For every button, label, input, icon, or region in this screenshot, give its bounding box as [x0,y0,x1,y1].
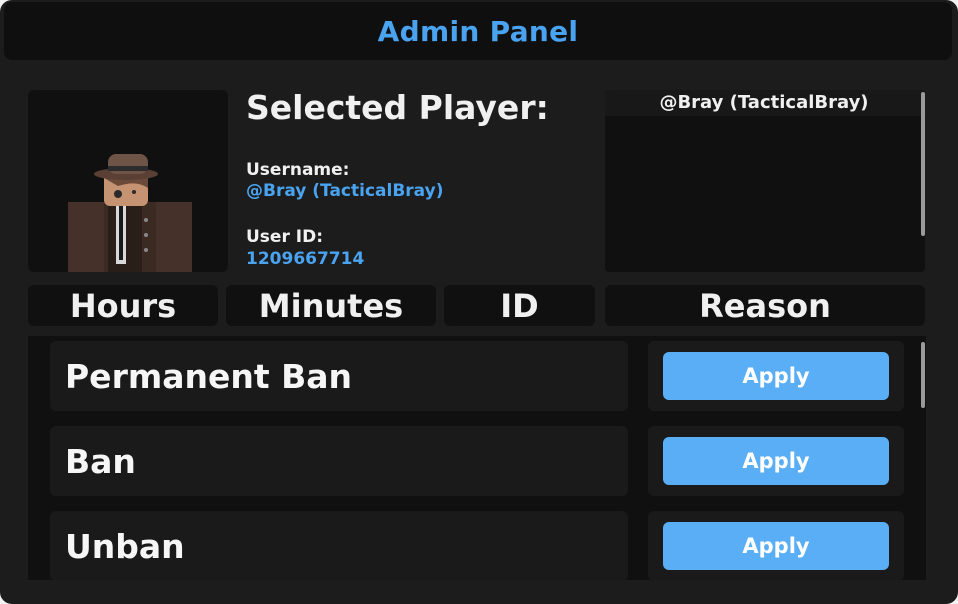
action-button-container: Apply [648,511,904,580]
actions-list-scrollbar[interactable] [921,342,925,408]
reason-input[interactable]: Reason [605,285,925,326]
action-button-container: Apply [648,426,904,496]
hours-input[interactable]: Hours [28,285,218,326]
minutes-input[interactable]: Minutes [226,285,436,326]
apply-unban-button[interactable]: Apply [663,522,889,570]
admin-panel: Admin Panel Selected Player: Username: @… [0,0,958,604]
player-avatar-image [68,154,192,272]
user-id-label: User ID: [246,227,323,247]
player-list-item[interactable]: @Bray (TacticalBray) [605,90,923,116]
actions-list[interactable]: Permanent Ban Apply Ban Apply Unban Appl… [28,336,926,580]
action-label-ban: Ban [50,426,628,496]
username-value: @Bray (TacticalBray) [246,181,444,201]
action-label-permanent-ban: Permanent Ban [50,341,628,411]
username-label: Username: [246,160,350,180]
player-list-scrollbar[interactable] [921,92,925,236]
user-id-value: 1209667714 [246,249,365,269]
id-input[interactable]: ID [444,285,595,326]
apply-ban-button[interactable]: Apply [663,437,889,485]
selected-player-heading: Selected Player: [246,88,549,127]
action-button-container: Apply [648,341,904,411]
title-bar: Admin Panel [4,2,952,60]
player-avatar [28,90,228,272]
apply-permanent-ban-button[interactable]: Apply [663,352,889,400]
action-label-unban: Unban [50,511,628,580]
panel-title: Admin Panel [377,14,579,48]
player-list[interactable]: @Bray (TacticalBray) [605,90,925,272]
